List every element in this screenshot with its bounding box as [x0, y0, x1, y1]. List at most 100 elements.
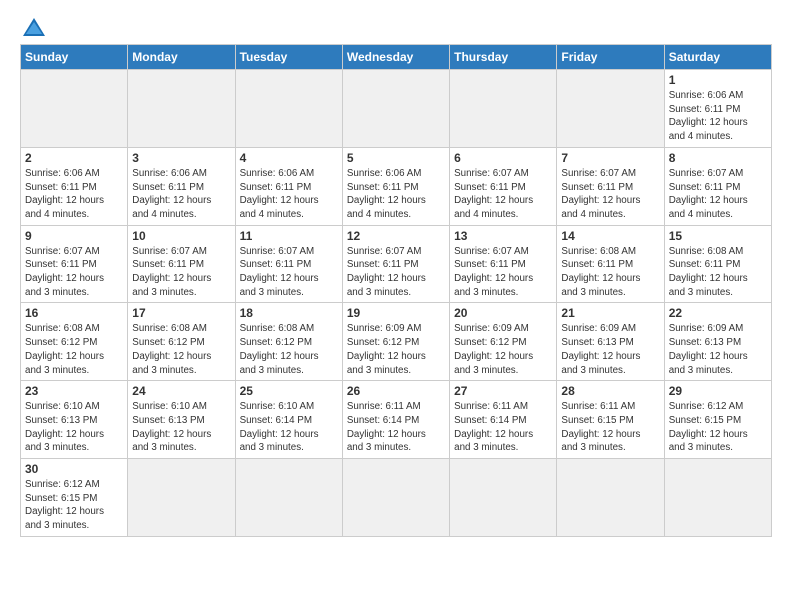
day-number: 30 — [25, 462, 123, 476]
day-number: 6 — [454, 151, 552, 165]
day-info: Sunrise: 6:07 AM Sunset: 6:11 PM Dayligh… — [454, 167, 552, 222]
day-number: 3 — [132, 151, 230, 165]
calendar-cell — [557, 70, 664, 148]
day-info: Sunrise: 6:12 AM Sunset: 6:15 PM Dayligh… — [25, 478, 123, 533]
day-number: 21 — [561, 306, 659, 320]
day-info: Sunrise: 6:10 AM Sunset: 6:13 PM Dayligh… — [132, 400, 230, 455]
day-number: 18 — [240, 306, 338, 320]
day-info: Sunrise: 6:06 AM Sunset: 6:11 PM Dayligh… — [669, 89, 767, 144]
calendar-cell: 20Sunrise: 6:09 AM Sunset: 6:12 PM Dayli… — [450, 303, 557, 381]
day-info: Sunrise: 6:10 AM Sunset: 6:14 PM Dayligh… — [240, 400, 338, 455]
calendar-cell: 11 Sunrise: 6:07 AM Sunset: 6:11 PM Dayli… — [235, 225, 342, 303]
calendar-cell — [235, 70, 342, 148]
calendar-cell: 30 Sunrise: 6:12 AM Sunset: 6:15 PM Dayli… — [21, 459, 128, 537]
logo-icon — [23, 18, 45, 36]
day-info: Sunrise: 6:09 AM Sunset: 6:12 PM Dayligh… — [454, 322, 552, 377]
calendar-cell: 13 Sunrise: 6:07 AM Sunset: 6:11 PM Dayli… — [450, 225, 557, 303]
day-info: Sunrise: 6:08 AM Sunset: 6:12 PM Dayligh… — [25, 322, 123, 377]
day-info: Sunrise: 6:08 AM Sunset: 6:12 PM Dayligh… — [240, 322, 338, 377]
day-number: 4 — [240, 151, 338, 165]
day-number: 10 — [132, 229, 230, 243]
day-header-thursday: Thursday — [450, 45, 557, 70]
calendar-cell: 1 Sunrise: 6:06 AM Sunset: 6:11 PM Daylig… — [664, 70, 771, 148]
day-number: 9 — [25, 229, 123, 243]
day-number: 1 — [669, 73, 767, 87]
calendar-cell: 25 Sunrise: 6:10 AM Sunset: 6:14 PM Dayli… — [235, 381, 342, 459]
logo-text — [20, 18, 45, 36]
day-info: Sunrise: 6:08 AM Sunset: 6:11 PM Dayligh… — [561, 245, 659, 300]
calendar-cell — [557, 459, 664, 537]
day-info: Sunrise: 6:07 AM Sunset: 6:11 PM Dayligh… — [25, 245, 123, 300]
day-info: Sunrise: 6:07 AM Sunset: 6:11 PM Dayligh… — [240, 245, 338, 300]
day-number: 2 — [25, 151, 123, 165]
calendar-cell: 19 Sunrise: 6:09 AM Sunset: 6:12 PM Dayli… — [342, 303, 449, 381]
calendar-cell: 29Sunrise: 6:12 AM Sunset: 6:15 PM Dayli… — [664, 381, 771, 459]
day-header-saturday: Saturday — [664, 45, 771, 70]
day-info: Sunrise: 6:09 AM Sunset: 6:13 PM Dayligh… — [669, 322, 767, 377]
calendar-week-5: 23 Sunrise: 6:10 AM Sunset: 6:13 PM Dayli… — [21, 381, 772, 459]
day-info: Sunrise: 6:07 AM Sunset: 6:11 PM Dayligh… — [132, 245, 230, 300]
calendar-cell: 6 Sunrise: 6:07 AM Sunset: 6:11 PM Daylig… — [450, 147, 557, 225]
calendar-cell: 5 Sunrise: 6:06 AM Sunset: 6:11 PM Daylig… — [342, 147, 449, 225]
calendar-cell: 10 Sunrise: 6:07 AM Sunset: 6:11 PM Dayli… — [128, 225, 235, 303]
calendar-cell — [450, 70, 557, 148]
day-info: Sunrise: 6:07 AM Sunset: 6:11 PM Dayligh… — [347, 245, 445, 300]
day-number: 11 — [240, 229, 338, 243]
calendar-week-3: 9 Sunrise: 6:07 AM Sunset: 6:11 PM Daylig… — [21, 225, 772, 303]
logo — [20, 18, 45, 36]
calendar-cell — [342, 459, 449, 537]
day-info: Sunrise: 6:11 AM Sunset: 6:14 PM Dayligh… — [347, 400, 445, 455]
day-info: Sunrise: 6:06 AM Sunset: 6:11 PM Dayligh… — [347, 167, 445, 222]
day-number: 14 — [561, 229, 659, 243]
calendar-week-1: 1 Sunrise: 6:06 AM Sunset: 6:11 PM Daylig… — [21, 70, 772, 148]
calendar-week-2: 2 Sunrise: 6:06 AM Sunset: 6:11 PM Daylig… — [21, 147, 772, 225]
calendar-cell: 8Sunrise: 6:07 AM Sunset: 6:11 PM Daylig… — [664, 147, 771, 225]
day-info: Sunrise: 6:08 AM Sunset: 6:11 PM Dayligh… — [669, 245, 767, 300]
page: SundayMondayTuesdayWednesdayThursdayFrid… — [0, 0, 792, 547]
calendar-cell: 18 Sunrise: 6:08 AM Sunset: 6:12 PM Dayli… — [235, 303, 342, 381]
calendar-cell: 28Sunrise: 6:11 AM Sunset: 6:15 PM Dayli… — [557, 381, 664, 459]
calendar-cell: 12 Sunrise: 6:07 AM Sunset: 6:11 PM Dayli… — [342, 225, 449, 303]
calendar-cell: 23Sunrise: 6:10 AM Sunset: 6:13 PM Dayli… — [21, 381, 128, 459]
calendar-cell: 9 Sunrise: 6:07 AM Sunset: 6:11 PM Daylig… — [21, 225, 128, 303]
day-number: 25 — [240, 384, 338, 398]
day-number: 13 — [454, 229, 552, 243]
day-number: 26 — [347, 384, 445, 398]
calendar-cell: 22 Sunrise: 6:09 AM Sunset: 6:13 PM Dayli… — [664, 303, 771, 381]
calendar-cell — [342, 70, 449, 148]
calendar-cell: 27 Sunrise: 6:11 AM Sunset: 6:14 PM Dayli… — [450, 381, 557, 459]
calendar-cell: 15Sunrise: 6:08 AM Sunset: 6:11 PM Dayli… — [664, 225, 771, 303]
day-info: Sunrise: 6:06 AM Sunset: 6:11 PM Dayligh… — [132, 167, 230, 222]
day-info: Sunrise: 6:09 AM Sunset: 6:12 PM Dayligh… — [347, 322, 445, 377]
calendar-cell: 3 Sunrise: 6:06 AM Sunset: 6:11 PM Daylig… — [128, 147, 235, 225]
day-number: 22 — [669, 306, 767, 320]
day-info: Sunrise: 6:11 AM Sunset: 6:15 PM Dayligh… — [561, 400, 659, 455]
day-number: 23 — [25, 384, 123, 398]
day-header-tuesday: Tuesday — [235, 45, 342, 70]
day-info: Sunrise: 6:11 AM Sunset: 6:14 PM Dayligh… — [454, 400, 552, 455]
calendar-cell — [450, 459, 557, 537]
calendar-cell: 4 Sunrise: 6:06 AM Sunset: 6:11 PM Daylig… — [235, 147, 342, 225]
calendar-week-4: 16Sunrise: 6:08 AM Sunset: 6:12 PM Dayli… — [21, 303, 772, 381]
day-number: 5 — [347, 151, 445, 165]
day-info: Sunrise: 6:07 AM Sunset: 6:11 PM Dayligh… — [454, 245, 552, 300]
calendar-cell — [128, 459, 235, 537]
day-number: 19 — [347, 306, 445, 320]
day-number: 27 — [454, 384, 552, 398]
calendar-header-row: SundayMondayTuesdayWednesdayThursdayFrid… — [21, 45, 772, 70]
day-number: 24 — [132, 384, 230, 398]
day-header-sunday: Sunday — [21, 45, 128, 70]
day-info: Sunrise: 6:06 AM Sunset: 6:11 PM Dayligh… — [25, 167, 123, 222]
day-info: Sunrise: 6:07 AM Sunset: 6:11 PM Dayligh… — [669, 167, 767, 222]
calendar-cell — [664, 459, 771, 537]
calendar-cell: 26 Sunrise: 6:11 AM Sunset: 6:14 PM Dayli… — [342, 381, 449, 459]
calendar-week-6: 30 Sunrise: 6:12 AM Sunset: 6:15 PM Dayli… — [21, 459, 772, 537]
day-header-wednesday: Wednesday — [342, 45, 449, 70]
day-number: 12 — [347, 229, 445, 243]
calendar-cell: 7Sunrise: 6:07 AM Sunset: 6:11 PM Daylig… — [557, 147, 664, 225]
calendar-cell: 17Sunrise: 6:08 AM Sunset: 6:12 PM Dayli… — [128, 303, 235, 381]
calendar-cell: 2 Sunrise: 6:06 AM Sunset: 6:11 PM Daylig… — [21, 147, 128, 225]
day-number: 29 — [669, 384, 767, 398]
day-header-monday: Monday — [128, 45, 235, 70]
day-info: Sunrise: 6:06 AM Sunset: 6:11 PM Dayligh… — [240, 167, 338, 222]
